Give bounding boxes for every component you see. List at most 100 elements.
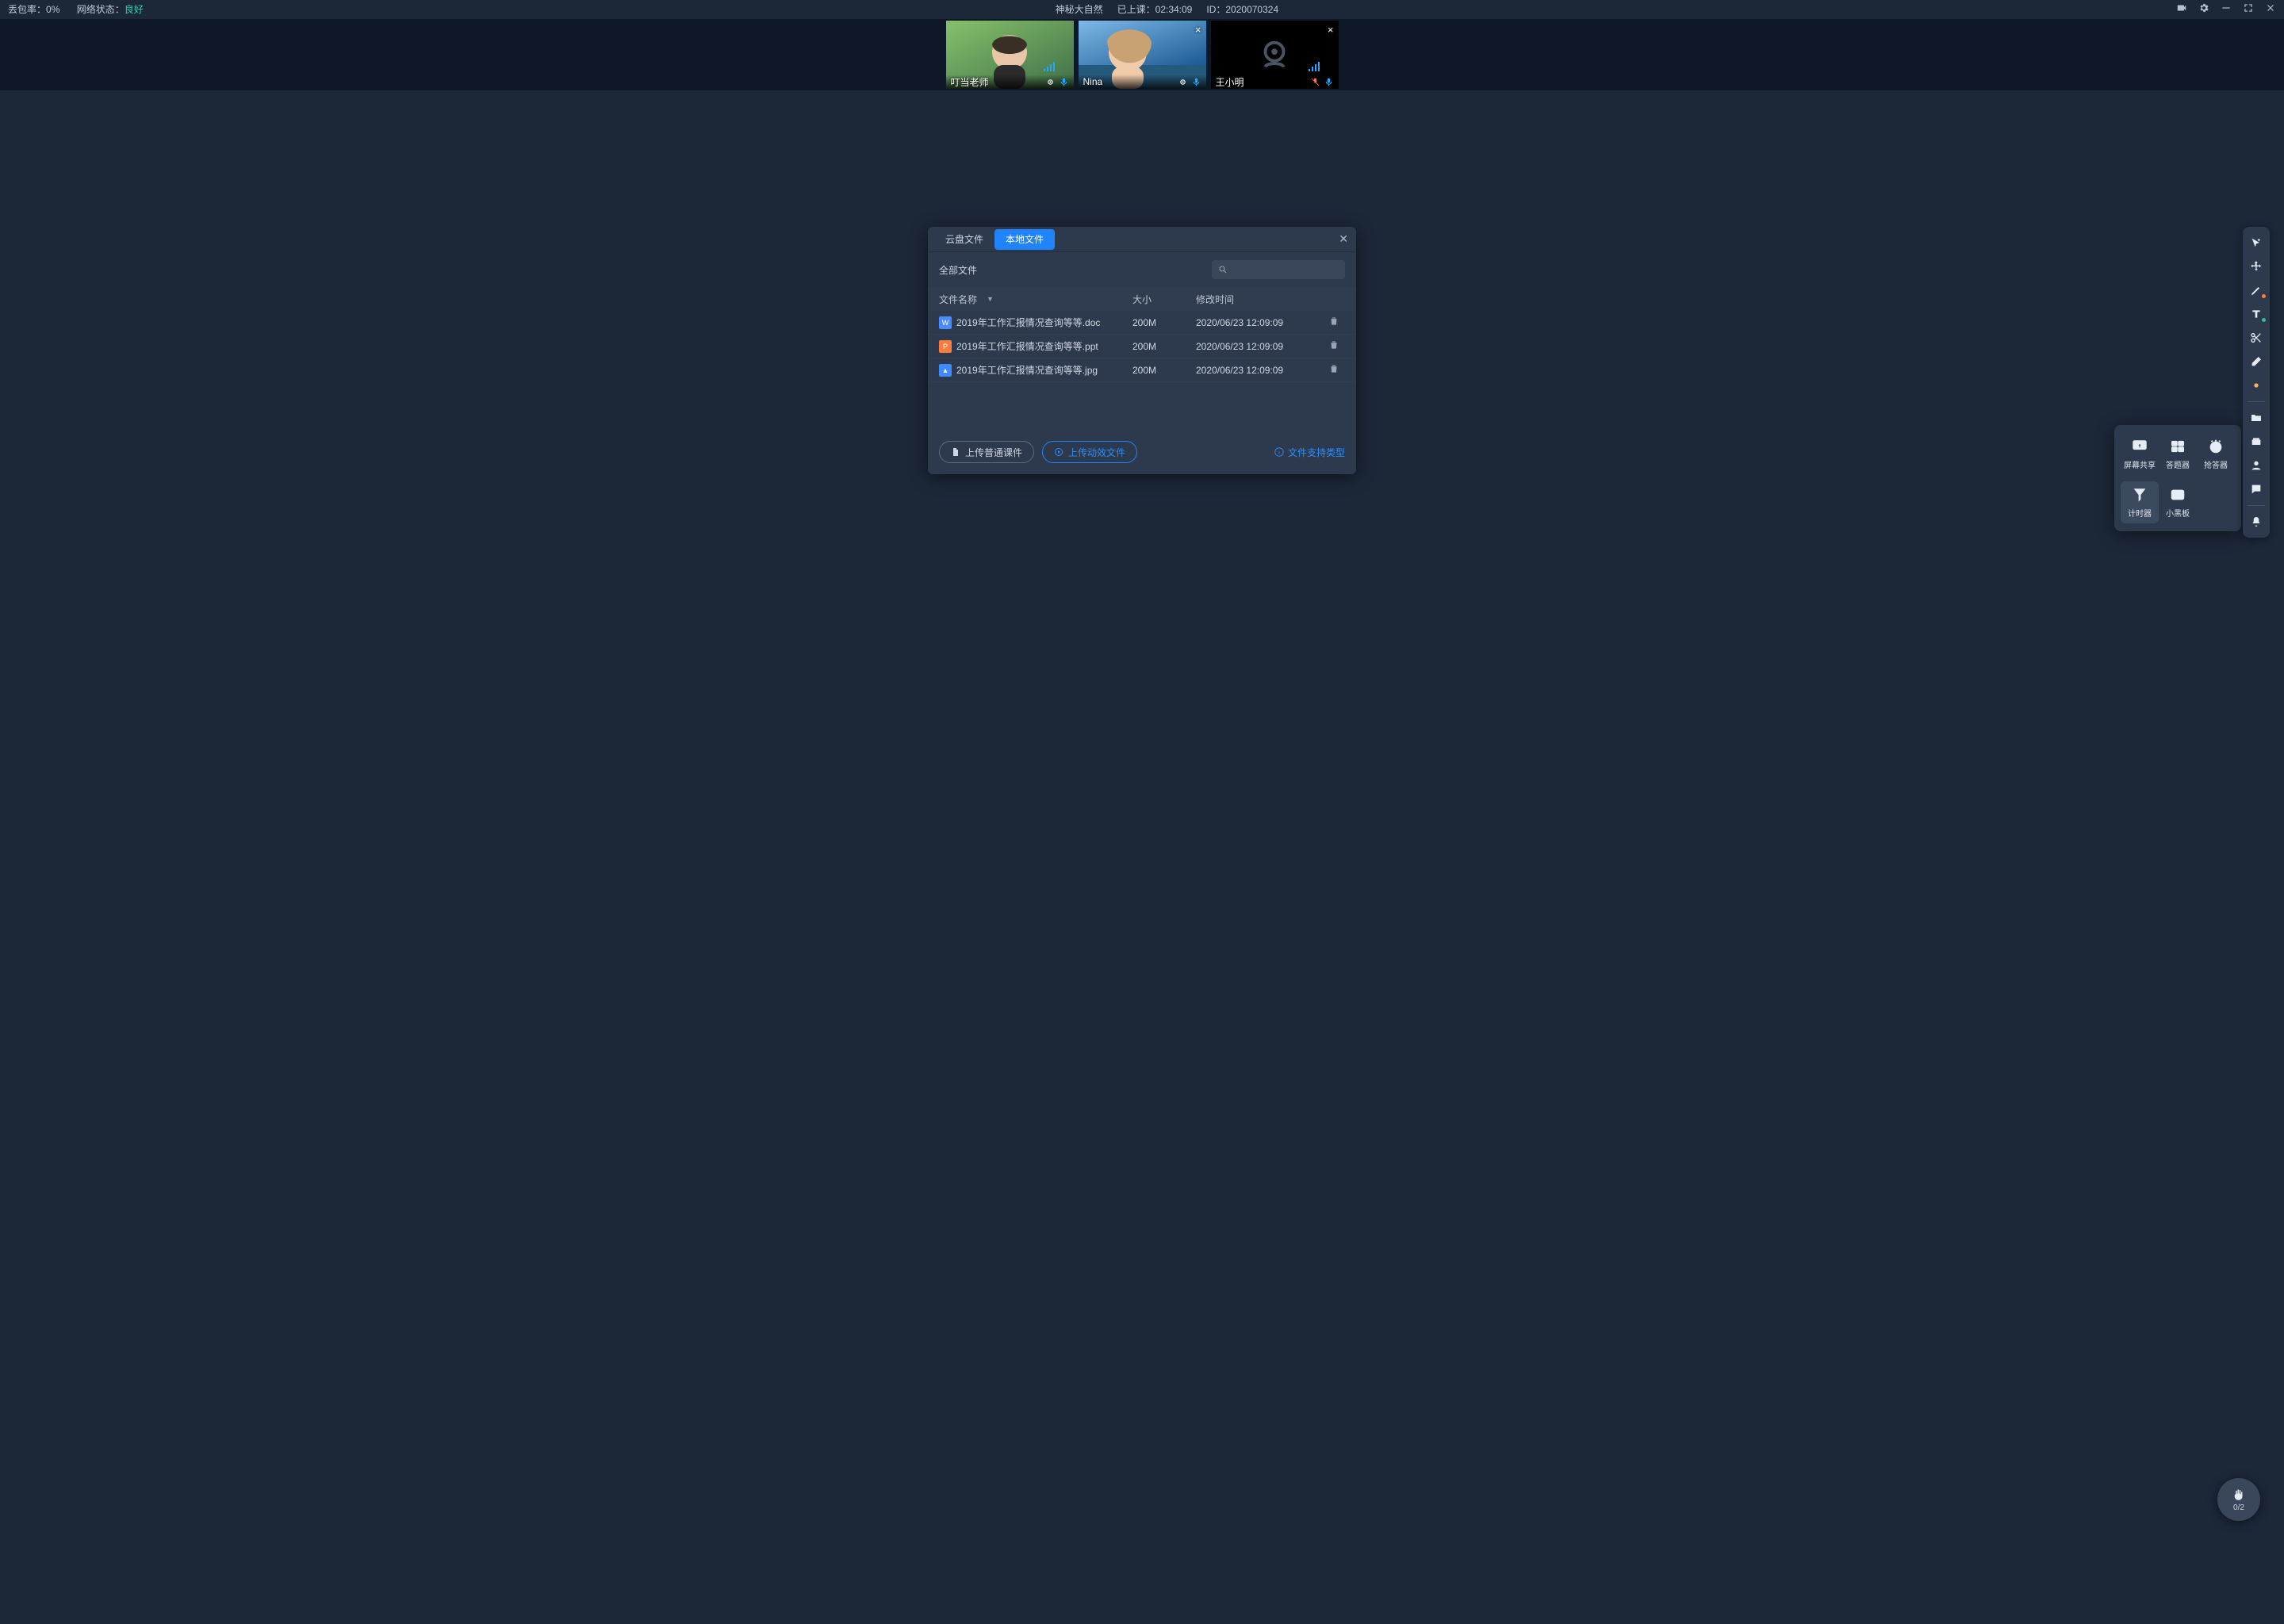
tool-label: 答题器 <box>2166 458 2190 470</box>
raise-hand-fab[interactable]: 0/2 <box>2217 1478 2260 1521</box>
tool-small-board[interactable]: 2+3 小黑板 <box>2159 481 2197 523</box>
tool-timer[interactable]: 计时器 <box>2121 481 2159 523</box>
participant-name: 叮当老师 <box>951 75 1045 89</box>
packet-loss-value: 0% <box>46 4 59 15</box>
camera-off-icon <box>1256 36 1293 73</box>
tool-move-icon[interactable] <box>2245 255 2267 278</box>
participant-name: 王小明 <box>1216 75 1310 89</box>
file-name: 2019年工作汇报情况查询等等.jpg <box>956 363 1098 377</box>
mic-icon <box>1059 77 1069 87</box>
tools-popover: 屏幕共享 答题器 抢答器 计时器 2+3 小黑板 <box>2114 425 2241 531</box>
session-id-label: ID： <box>1206 4 1225 15</box>
camera-toggle-icon[interactable] <box>2176 2 2187 16</box>
table-row[interactable]: W 2019年工作汇报情况查询等等.doc 200M 2020/06/23 12… <box>928 311 1356 335</box>
tab-local-files[interactable]: 本地文件 <box>994 229 1055 250</box>
close-icon[interactable] <box>2265 2 2276 16</box>
tile-close-icon[interactable]: × <box>1195 24 1201 36</box>
file-time: 2020/06/23 12:09:09 <box>1196 365 1323 376</box>
tool-apps-icon[interactable] <box>2245 431 2267 453</box>
tab-cloud-files[interactable]: 云盘文件 <box>934 229 994 250</box>
tool-label: 抢答器 <box>2204 458 2228 470</box>
column-name[interactable]: 文件名称 ▼ <box>939 293 1132 306</box>
video-tile[interactable]: × 王小明 <box>1211 21 1339 89</box>
tool-scissors-icon[interactable] <box>2245 327 2267 349</box>
column-size[interactable]: 大小 <box>1132 293 1196 306</box>
toolbar-divider <box>2248 505 2265 506</box>
tool-label: 计时器 <box>2128 507 2152 519</box>
search-input[interactable] <box>1212 260 1345 279</box>
tool-screen-share[interactable]: 屏幕共享 <box>2121 433 2159 475</box>
file-table-header: 文件名称 ▼ 大小 修改时间 <box>928 287 1356 311</box>
modal-close-icon[interactable]: ✕ <box>1337 231 1350 247</box>
tool-folder-icon[interactable] <box>2245 407 2267 429</box>
sort-caret-icon: ▼ <box>987 295 994 303</box>
delete-icon[interactable] <box>1328 316 1339 329</box>
top-bar: 丢包率：0% 网络状态：良好 神秘大自然 已上课：02:34:09 ID：202… <box>0 0 2284 17</box>
tool-pen-icon[interactable] <box>2245 279 2267 301</box>
tool-buzzer[interactable]: 抢答器 <box>2197 433 2235 475</box>
top-bar-left: 丢包率：0% 网络状态：良好 <box>8 2 158 16</box>
minimize-icon[interactable] <box>2221 2 2232 16</box>
network-value: 良好 <box>125 4 144 15</box>
raise-hand-count: 0/2 <box>2233 1503 2244 1512</box>
table-row[interactable]: ▲ 2019年工作汇报情况查询等等.jpg 200M 2020/06/23 12… <box>928 358 1356 382</box>
video-strip: 叮当老师 × Nina <box>0 19 2284 90</box>
toolbar-divider <box>2248 401 2265 402</box>
column-time[interactable]: 修改时间 <box>1196 293 1323 306</box>
mic-icon <box>1191 77 1201 87</box>
session-id-value: 2020070324 <box>1225 4 1278 15</box>
file-time: 2020/06/23 12:09:09 <box>1196 317 1323 328</box>
tool-bell-icon[interactable] <box>2245 511 2267 533</box>
table-row[interactable]: P 2019年工作汇报情况查询等等.ppt 200M 2020/06/23 12… <box>928 335 1356 358</box>
tool-color-dot-icon[interactable] <box>2245 374 2267 396</box>
file-jpg-icon: ▲ <box>939 364 952 377</box>
class-time-value: 02:34:09 <box>1155 4 1193 15</box>
tile-close-icon[interactable]: × <box>1328 24 1334 36</box>
class-time-label: 已上课： <box>1117 4 1155 15</box>
file-name: 2019年工作汇报情况查询等等.doc <box>956 316 1100 329</box>
tool-chat-icon[interactable] <box>2245 478 2267 500</box>
top-bar-center: 神秘大自然 已上课：02:34:09 ID：2020070324 <box>158 2 2176 16</box>
tool-cursor-sparkle-icon[interactable] <box>2245 232 2267 254</box>
upload-animated-button[interactable]: 上传动效文件 <box>1042 441 1137 463</box>
file-size: 200M <box>1132 365 1196 376</box>
file-size: 200M <box>1132 341 1196 352</box>
audio-bars <box>1044 62 1055 71</box>
video-tile[interactable]: × Nina <box>1079 21 1206 89</box>
mic-muted-icon <box>1310 77 1320 87</box>
svg-text:2+3: 2+3 <box>2174 493 2182 499</box>
camera-icon <box>1045 77 1056 87</box>
mic-icon <box>1324 77 1334 87</box>
fullscreen-icon[interactable] <box>2243 2 2254 16</box>
file-size: 200M <box>1132 317 1196 328</box>
tool-answer[interactable]: 答题器 <box>2159 433 2197 475</box>
search-icon <box>1218 265 1228 274</box>
delete-icon[interactable] <box>1328 363 1339 377</box>
tool-text-icon[interactable] <box>2245 303 2267 325</box>
camera-icon <box>1178 77 1188 87</box>
tool-user-icon[interactable] <box>2245 454 2267 477</box>
all-files-label: 全部文件 <box>939 263 1204 277</box>
file-time: 2020/06/23 12:09:09 <box>1196 341 1323 352</box>
audio-bars <box>1309 62 1320 71</box>
file-modal: 云盘文件 本地文件 ✕ 全部文件 文件名称 ▼ 大小 修改时间 W 2019年工… <box>928 227 1356 474</box>
modal-footer: 上传普通课件 上传动效文件 文件支持类型 <box>928 430 1356 474</box>
participant-name: Nina <box>1083 76 1178 87</box>
file-ppt-icon: P <box>939 340 952 353</box>
settings-icon[interactable] <box>2198 2 2209 16</box>
tool-label: 小黑板 <box>2166 507 2190 519</box>
tool-label: 屏幕共享 <box>2124 458 2156 470</box>
modal-tabs: 云盘文件 本地文件 ✕ <box>928 227 1356 252</box>
packet-loss-label: 丢包率： <box>8 4 46 15</box>
supported-types-link[interactable]: 文件支持类型 <box>1274 446 1345 459</box>
tool-eraser-icon[interactable] <box>2245 350 2267 373</box>
video-tile[interactable]: 叮当老师 <box>946 21 1074 89</box>
delete-icon[interactable] <box>1328 339 1339 353</box>
file-name: 2019年工作汇报情况查询等等.ppt <box>956 339 1098 353</box>
upload-normal-button[interactable]: 上传普通课件 <box>939 441 1034 463</box>
network-label: 网络状态： <box>77 4 125 15</box>
file-doc-icon: W <box>939 316 952 329</box>
session-title: 神秘大自然 <box>1056 2 1103 16</box>
right-toolbar <box>2243 227 2270 538</box>
top-bar-right <box>2176 2 2276 16</box>
